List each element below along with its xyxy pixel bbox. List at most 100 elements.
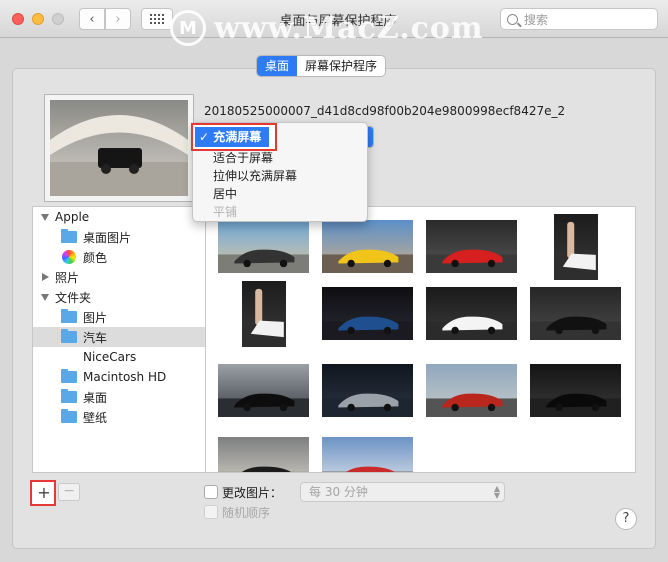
interval-value: 每 30 分钟	[309, 485, 368, 499]
sidebar-item-desktop-pictures[interactable]: 桌面图片	[33, 227, 205, 247]
thumbnail-image	[553, 214, 598, 280]
disclosure-triangle-icon[interactable]	[41, 293, 49, 301]
sidebar-item-label: 颜色	[83, 250, 108, 265]
menu-item-stretch[interactable]: 拉伸以充满屏幕	[213, 167, 297, 184]
thumbnail-image	[426, 220, 517, 273]
tab-screensaver[interactable]: 屏幕保护程序	[297, 56, 385, 76]
sidebar-item-label: 文件夹	[55, 290, 92, 305]
sidebar-item-macintosh-hd[interactable]: Macintosh HD	[33, 367, 205, 387]
sidebar-item-nicecars[interactable]: NiceCars	[33, 347, 205, 367]
sidebar-item-desktop[interactable]: 桌面	[33, 387, 205, 407]
wallpaper-thumbnail-red-car-road[interactable]	[426, 364, 517, 417]
thumbnail-image	[218, 220, 309, 273]
sidebar-item-label: 壁纸	[83, 410, 108, 425]
show-all-button[interactable]	[141, 8, 173, 30]
updown-chevron-icon: ▲▼	[493, 484, 500, 500]
thumbnail-image	[426, 364, 517, 417]
thumbnail-image	[322, 364, 413, 417]
sidebar-group-folders[interactable]: 文件夹	[33, 287, 205, 307]
current-wallpaper-preview	[44, 94, 194, 202]
thumbnail-image	[322, 437, 413, 472]
search-icon	[507, 13, 518, 25]
thumbnail-image	[218, 437, 309, 472]
remove-folder-button[interactable]: −	[58, 483, 80, 501]
add-folder-button[interactable]: +	[35, 485, 53, 503]
title-bar: ‹ › 桌面与屏幕保护程序 搜索	[0, 0, 668, 38]
sidebar-item-pictures[interactable]: 图片	[33, 307, 205, 327]
wallpaper-filename: 20180525000007_d41d8cd98f00b204e9800998e…	[204, 104, 566, 118]
menu-item-fill-screen[interactable]: ✓ 充满屏幕	[191, 123, 277, 151]
folder-icon	[61, 369, 77, 383]
thumbnail-image	[218, 364, 309, 417]
wallpaper-thumbnail-blue-bugatti[interactable]	[322, 287, 413, 340]
help-button[interactable]: ?	[615, 508, 637, 530]
sidebar-item-label: 照片	[55, 270, 80, 285]
minimize-window-button[interactable]	[32, 13, 44, 25]
disclosure-triangle-icon[interactable]	[41, 213, 49, 221]
random-order-checkbox	[204, 505, 218, 519]
thumbnail-image	[426, 287, 517, 340]
sidebar-item-label: 桌面图片	[83, 230, 132, 245]
add-folder-highlight: +	[30, 480, 56, 506]
close-window-button[interactable]	[12, 13, 24, 25]
source-list: Apple 桌面图片 颜色 照片 文件夹 图片 汽车 NiceCars Maci…	[32, 206, 205, 473]
menu-item-label: 充满屏幕	[213, 130, 262, 144]
sidebar-item-label: 图片	[83, 310, 108, 325]
wallpaper-thumbnail-red-ferrari[interactable]	[426, 220, 517, 273]
zoom-window-button[interactable]	[52, 13, 64, 25]
sidebar-item-cars[interactable]: 汽车	[33, 327, 205, 347]
fit-mode-menu: ✓ 充满屏幕 适合于屏幕 拉伸以充满屏幕 居中 平铺	[191, 122, 368, 222]
chevron-right-icon: ›	[115, 11, 121, 27]
forward-button[interactable]: ›	[105, 8, 131, 30]
wallpaper-thumbnail-silver-mercedes[interactable]	[322, 364, 413, 417]
wallpaper-grid	[205, 206, 636, 473]
folder-icon	[61, 229, 77, 243]
change-interval-select[interactable]: 每 30 分钟 ▲ ▼	[300, 482, 505, 502]
window-title: 桌面与屏幕保护程序	[279, 14, 397, 29]
change-picture-label: 更改图片：	[222, 486, 283, 500]
wallpaper-thumbnail-white-lamborghini[interactable]	[426, 287, 517, 340]
folder-icon	[61, 389, 77, 403]
sidebar-item-label: 桌面	[83, 390, 108, 405]
document-icon	[62, 350, 76, 364]
checkmark-icon: ✓	[199, 130, 210, 144]
thumbnail-image	[241, 281, 286, 347]
change-picture-checkbox[interactable]	[204, 485, 218, 499]
disclosure-triangle-icon[interactable]	[42, 273, 49, 281]
folder-icon	[61, 409, 77, 423]
sidebar-item-label: 汽车	[83, 330, 108, 345]
tab-bar: 桌面 屏幕保护程序	[256, 55, 387, 77]
random-order-label: 随机顺序	[222, 506, 271, 520]
sidebar-group-apple[interactable]: Apple	[33, 207, 205, 227]
thumbnail-image	[530, 287, 621, 340]
folder-icon	[61, 309, 77, 323]
preview-image	[50, 100, 188, 196]
search-placeholder: 搜索	[524, 12, 549, 27]
color-wheel-icon	[62, 250, 76, 264]
folder-icon	[61, 329, 77, 343]
wallpaper-thumbnail-model-white-lambo-2[interactable]	[241, 281, 286, 347]
grid-icon	[150, 14, 164, 24]
thumbnail-image	[530, 364, 621, 417]
wallpaper-thumbnail-black-lamborghini[interactable]	[530, 287, 621, 340]
wallpaper-thumbnail-black-car-garage[interactable]	[218, 364, 309, 417]
menu-item-center[interactable]: 居中	[213, 185, 237, 202]
tab-desktop[interactable]: 桌面	[257, 56, 298, 76]
sidebar-item-label: Macintosh HD	[83, 370, 167, 384]
wallpaper-thumbnail-tunnel-suv[interactable]	[218, 437, 309, 472]
sidebar-group-photos[interactable]: 照片	[33, 267, 205, 287]
sidebar-item-colors[interactable]: 颜色	[33, 247, 205, 267]
wallpaper-thumbnail-yellow-sportscar[interactable]	[322, 220, 413, 273]
wallpaper-thumbnail-coastal-sedan[interactable]	[218, 220, 309, 273]
wallpaper-thumbnail-red-racecar[interactable]	[322, 437, 413, 472]
wallpaper-thumbnail-model-white-lambo[interactable]	[553, 214, 598, 280]
back-button[interactable]: ‹	[79, 8, 105, 30]
sidebar-item-wallpapers[interactable]: 壁纸	[33, 407, 205, 427]
chevron-left-icon: ‹	[89, 11, 95, 27]
wallpaper-thumbnail-black-car-dark[interactable]	[530, 364, 621, 417]
sidebar-item-label: Apple	[55, 210, 90, 224]
menu-item-tile: 平铺	[213, 205, 238, 219]
menu-item-fit-to-screen[interactable]: 适合于屏幕	[213, 149, 273, 166]
search-field[interactable]: 搜索	[500, 8, 658, 30]
sidebar-item-label: NiceCars	[83, 350, 137, 364]
